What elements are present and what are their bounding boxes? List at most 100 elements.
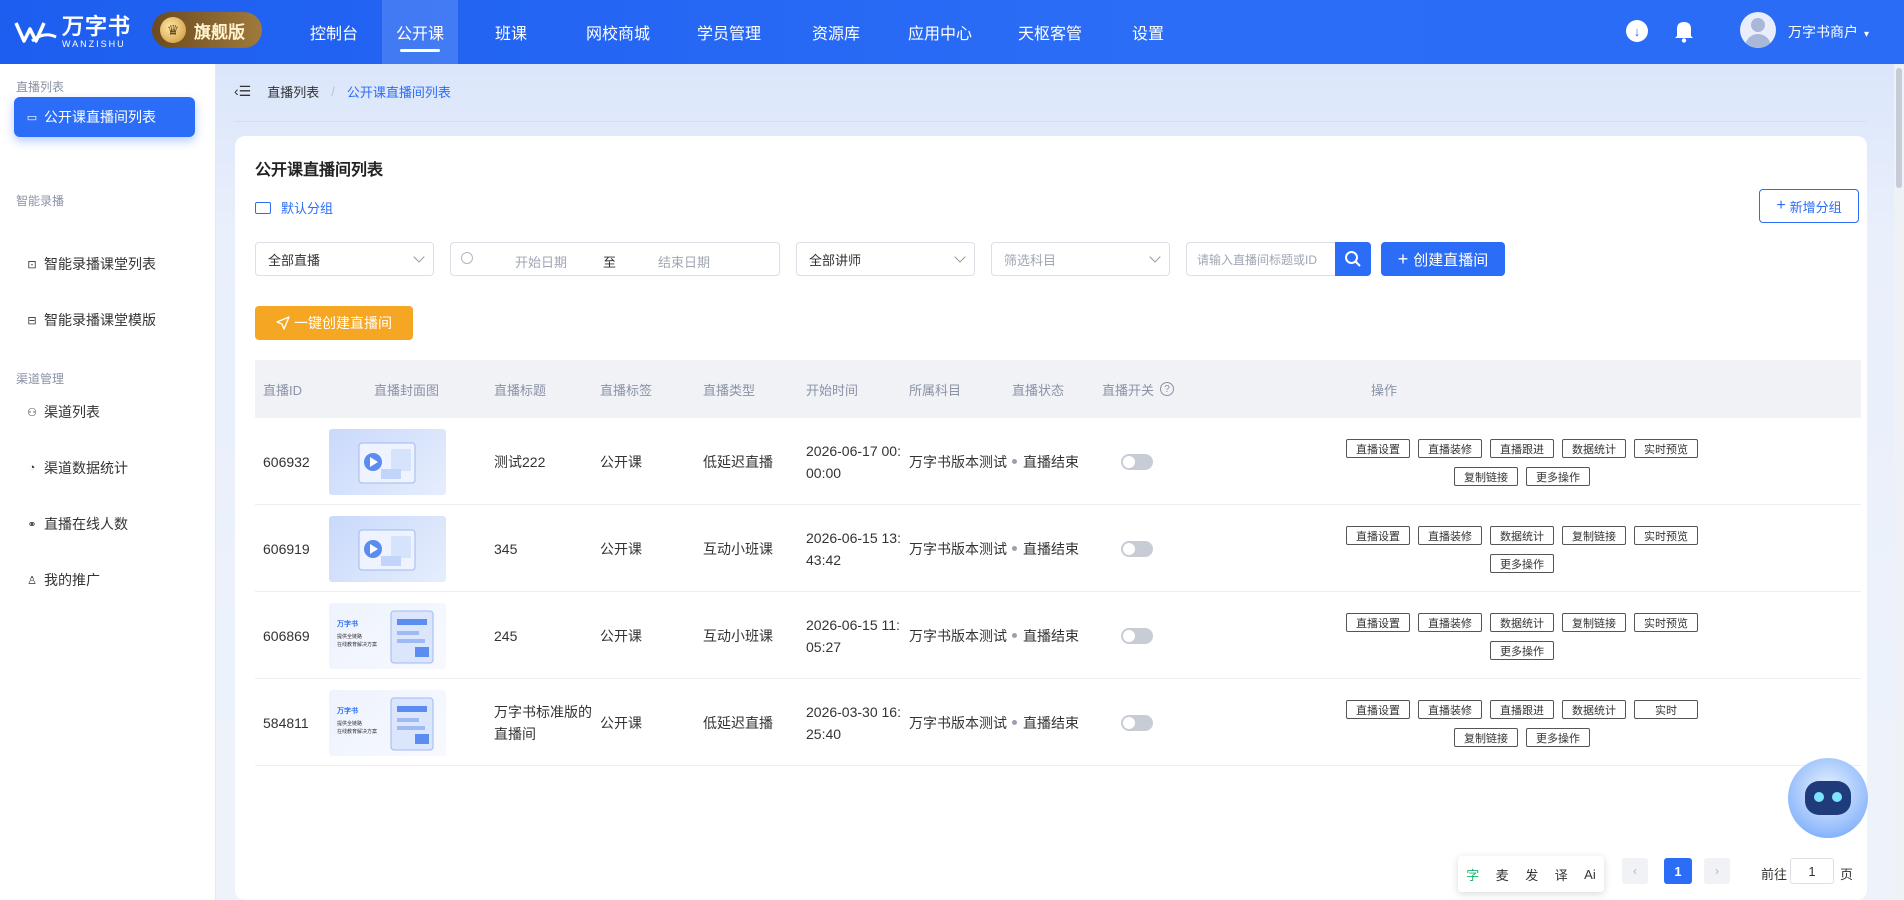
operation-button[interactable]: 实时 bbox=[1634, 700, 1698, 719]
nav-item-1[interactable]: 公开课 bbox=[382, 0, 458, 64]
video-cover-illustration bbox=[358, 529, 416, 571]
operation-button[interactable]: 直播设置 bbox=[1346, 439, 1410, 458]
start-date-input[interactable]: 开始日期 bbox=[515, 252, 567, 271]
operation-button[interactable]: 实时预览 bbox=[1634, 613, 1698, 632]
operation-button[interactable]: 数据统计 bbox=[1562, 700, 1626, 719]
operation-button[interactable]: 数据统计 bbox=[1490, 613, 1554, 632]
operation-button[interactable]: 直播装修 bbox=[1418, 439, 1482, 458]
nav-item-6[interactable]: 应用中心 bbox=[886, 0, 994, 64]
operation-button[interactable]: 直播装修 bbox=[1418, 700, 1482, 719]
collapse-sidebar-icon[interactable]: ‹☰ bbox=[234, 83, 251, 100]
cell-type: 低延迟直播 bbox=[703, 453, 773, 470]
teacher-select-value: 全部讲师 bbox=[809, 252, 862, 268]
nav-item-8[interactable]: 设置 bbox=[1106, 0, 1190, 64]
user-menu[interactable]: 万字书商户 ▾ bbox=[1788, 22, 1869, 42]
sidebar-item-label: 直播在线人数 bbox=[44, 516, 128, 532]
cell-start-time-line: 2026-06-15 11: bbox=[806, 616, 900, 633]
cell-start-time-line: 2026-06-17 00: bbox=[806, 442, 901, 459]
live-switch-toggle[interactable] bbox=[1121, 453, 1153, 470]
page-number-current[interactable]: 1 bbox=[1664, 858, 1692, 884]
nav-item-0[interactable]: 控制台 bbox=[286, 0, 382, 64]
search-input[interactable]: 请输入直播间标题或ID bbox=[1186, 242, 1336, 276]
ai-icon[interactable]: Ai bbox=[1584, 867, 1596, 882]
cell-id: 584811 bbox=[263, 714, 309, 731]
quick-create-button[interactable]: 一键创建直播间 bbox=[255, 306, 413, 340]
avatar[interactable] bbox=[1740, 12, 1776, 48]
cell-switch bbox=[1121, 418, 1153, 505]
microphone-icon[interactable]: 麦 bbox=[1496, 865, 1509, 884]
operation-button[interactable]: 实时预览 bbox=[1634, 439, 1698, 458]
operation-button[interactable]: 实时预览 bbox=[1634, 526, 1698, 545]
sidebar-item[interactable]: ▭ 公开课直播间列表 bbox=[14, 97, 195, 137]
bell-icon[interactable] bbox=[1672, 18, 1696, 44]
sidebar-item[interactable]: ⊟ 智能录播课堂模版 bbox=[14, 300, 195, 340]
next-page-button[interactable]: › bbox=[1704, 858, 1730, 884]
operation-button[interactable]: 直播设置 bbox=[1346, 700, 1410, 719]
sidebar-section-title: 智能录播 bbox=[16, 194, 65, 208]
sidebar-item[interactable]: ⚭ 直播在线人数 bbox=[14, 504, 195, 544]
translate-icon[interactable]: 译 bbox=[1555, 865, 1568, 884]
operation-button[interactable]: 直播装修 bbox=[1418, 613, 1482, 632]
text-tool-icon[interactable]: 字 bbox=[1466, 865, 1479, 884]
operation-button[interactable]: 直播跟进 bbox=[1490, 700, 1554, 719]
help-icon[interactable]: ? bbox=[1160, 382, 1175, 396]
ai-assistant-robot-icon[interactable] bbox=[1788, 758, 1868, 838]
top-navigation-bar: 万字书 WANZISHU ♛ 旗舰版 控制台 公开课 班课 网校商城 学员管理 资源库 应用… bbox=[0, 0, 1904, 64]
operation-button[interactable]: 复制链接 bbox=[1562, 613, 1626, 632]
operation-button[interactable]: 复制链接 bbox=[1454, 728, 1518, 747]
operation-button[interactable]: 直播设置 bbox=[1346, 613, 1410, 632]
sidebar-item[interactable]: ⚇ 渠道列表 bbox=[14, 392, 195, 432]
live-switch-toggle[interactable] bbox=[1121, 627, 1153, 644]
sidebar-item[interactable]: ♙ 我的推广 bbox=[14, 560, 195, 600]
search-placeholder: 请输入直播间标题或ID bbox=[1197, 252, 1318, 267]
live-switch-toggle[interactable] bbox=[1121, 714, 1153, 731]
prev-page-button[interactable]: ‹ bbox=[1622, 858, 1648, 884]
scrollbar-thumb[interactable] bbox=[1896, 68, 1902, 188]
operation-button[interactable]: 复制链接 bbox=[1562, 526, 1626, 545]
edition-badge[interactable]: ♛ 旗舰版 bbox=[152, 12, 262, 48]
operation-button[interactable]: 复制链接 bbox=[1454, 467, 1518, 486]
cell-title-line: 345 bbox=[494, 540, 518, 557]
cell-type: 互动小班课 bbox=[703, 540, 773, 557]
subject-select[interactable]: 筛选科目 bbox=[991, 242, 1170, 276]
nav-item-2[interactable]: 班课 bbox=[458, 0, 564, 64]
end-date-input[interactable]: 结束日期 bbox=[658, 252, 710, 271]
operation-button[interactable]: 更多操作 bbox=[1526, 467, 1590, 486]
create-live-room-button[interactable]: + 创建直播间 bbox=[1381, 242, 1505, 276]
date-range-picker[interactable]: 开始日期 至 结束日期 bbox=[450, 242, 780, 276]
operation-button[interactable]: 更多操作 bbox=[1490, 554, 1554, 573]
group-selector[interactable]: 默认分组 bbox=[255, 198, 333, 217]
live-switch-toggle[interactable] bbox=[1121, 540, 1153, 557]
download-icon[interactable]: ↓ bbox=[1626, 20, 1648, 42]
operation-button[interactable]: 直播设置 bbox=[1346, 526, 1410, 545]
sidebar-item-label: 公开课直播间列表 bbox=[44, 109, 156, 125]
operation-button[interactable]: 数据统计 bbox=[1490, 526, 1554, 545]
cover-image[interactable] bbox=[329, 516, 446, 582]
nav-item-4[interactable]: 学员管理 bbox=[672, 0, 786, 64]
scrollbar[interactable] bbox=[1894, 64, 1904, 900]
nav-item-7[interactable]: 天枢客管 bbox=[994, 0, 1106, 64]
operation-button[interactable]: 更多操作 bbox=[1490, 641, 1554, 660]
status-dot-icon bbox=[1012, 633, 1017, 638]
operation-button[interactable]: 更多操作 bbox=[1526, 728, 1590, 747]
cover-image[interactable]: 万字书 提供全链路 在线教育解决方案 bbox=[329, 690, 446, 756]
breadcrumb-parent[interactable]: 直播列表 bbox=[267, 82, 319, 101]
status-select[interactable]: 全部直播 bbox=[255, 242, 434, 276]
cover-image[interactable] bbox=[329, 429, 446, 495]
operation-button[interactable]: 直播装修 bbox=[1418, 526, 1482, 545]
nav-item-3[interactable]: 网校商城 bbox=[564, 0, 672, 64]
goto-page-input[interactable]: 1 bbox=[1790, 858, 1834, 884]
search-button[interactable] bbox=[1335, 242, 1371, 276]
add-group-button[interactable]: + 新增分组 bbox=[1759, 189, 1859, 223]
cell-title: 测试222 bbox=[494, 418, 545, 505]
teacher-select[interactable]: 全部讲师 bbox=[796, 242, 975, 276]
brand-logo[interactable]: 万字书 WANZISHU bbox=[14, 12, 131, 52]
sidebar-item[interactable]: ◔ 渠道数据统计 bbox=[14, 448, 195, 488]
cover-image[interactable]: 万字书 提供全链路 在线教育解决方案 bbox=[329, 603, 446, 669]
send-icon[interactable]: 发 bbox=[1525, 865, 1538, 884]
operation-button[interactable]: 直播跟进 bbox=[1490, 439, 1554, 458]
chevron-down-icon: ▾ bbox=[1864, 29, 1870, 40]
sidebar-item[interactable]: ⊡ 智能录播课堂列表 bbox=[14, 244, 195, 284]
nav-item-5[interactable]: 资源库 bbox=[786, 0, 886, 64]
operation-button[interactable]: 数据统计 bbox=[1562, 439, 1626, 458]
